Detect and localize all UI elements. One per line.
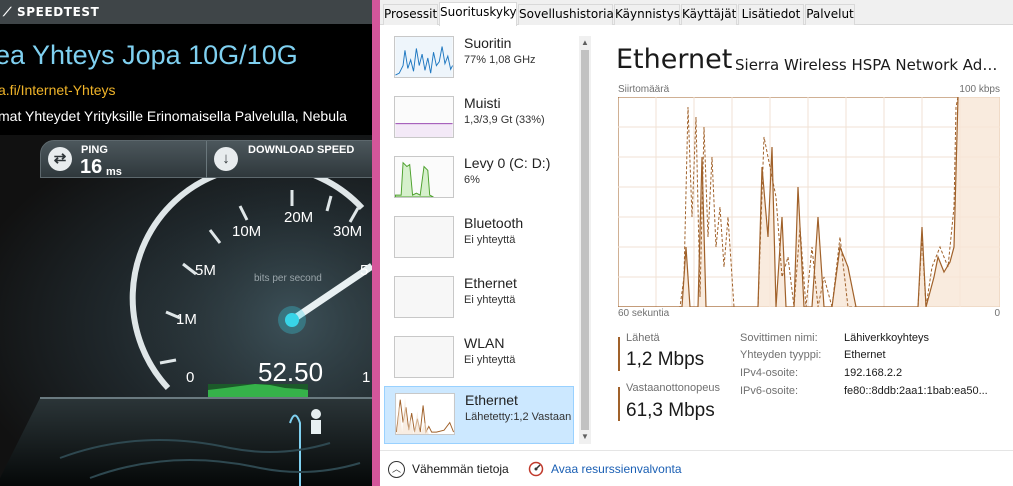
detail-title: Ethernet <box>616 44 733 75</box>
tab-kayttajat[interactable]: Käyttäjät <box>681 4 737 25</box>
tab-bar: Prosessit Suorituskyky Sovellushistoria … <box>380 0 1013 26</box>
graph-y-label: Siirtomäärä <box>618 84 670 95</box>
gauge-label-5m: 5M <box>195 262 216 279</box>
memory-graph-icon <box>394 96 454 138</box>
receive-label: Vastaanottonopeus <box>626 382 720 394</box>
sidebar-memory-sub: 1,3/3,9 Gt (33%) <box>464 114 545 126</box>
prop-ipv6-label: IPv6-osoite: <box>740 385 799 397</box>
tab-kaynnistys[interactable]: Käynnistys <box>614 4 680 25</box>
gauge-label-1m: 1M <box>176 311 197 328</box>
receive-value: 61,3 Mbps <box>626 400 715 421</box>
disk-graph-icon <box>394 156 454 198</box>
gauge-label-0: 0 <box>186 369 195 386</box>
receive-legend-bar <box>618 387 620 421</box>
sidebar-cpu-sub: 77% 1,08 GHz <box>464 54 536 66</box>
gauge-caption: bits per second <box>254 273 322 284</box>
prop-type-value: Ethernet <box>844 349 886 361</box>
tab-sovellushistoria[interactable]: Sovellushistoria <box>518 4 614 25</box>
scrollbar-thumb[interactable] <box>581 50 589 430</box>
ethernet-detail-panel: Ethernet Sierra Wireless HSPA Network Ad… <box>616 30 1013 450</box>
sidebar-disk-sub: 6% <box>464 174 480 186</box>
ping-label: PING <box>81 144 108 156</box>
chevron-up-icon: ︿ <box>388 460 405 478</box>
ping-value: 16 <box>80 156 103 178</box>
prop-ipv4-label: IPv4-osoite: <box>740 367 799 379</box>
task-manager-footer: ︿ Vähemmän tietoja Avaa resurssienvalvon… <box>380 450 1013 486</box>
send-legend-bar <box>618 337 620 371</box>
scroll-up-icon[interactable]: ▲ <box>580 38 590 48</box>
speed-gauge <box>0 178 372 486</box>
ethernet-graph-icon <box>394 276 454 318</box>
speedtest-header: ⟋ SPEEDTEST <box>0 0 372 24</box>
resource-monitor-label: Avaa resurssienvalvonta <box>551 462 682 476</box>
gauge-label-10m: 10M <box>232 223 262 240</box>
graph-x-left: 60 sekuntia <box>618 308 670 319</box>
send-value: 1,2 Mbps <box>626 349 705 370</box>
sidebar-memory-title: Muisti <box>464 95 501 111</box>
cpu-graph-icon <box>394 36 454 78</box>
sidebar-item-ethernet-2[interactable]: Ethernet Lähetetty:1,2 Vastaan <box>384 386 574 444</box>
sidebar-ethernet-2-sub: Lähetetty:1,2 Vastaan <box>465 411 572 423</box>
throughput-graph <box>618 97 1000 307</box>
tab-suorituskyky[interactable]: Suorituskyky <box>439 2 517 26</box>
sidebar-bluetooth-sub: Ei yhteyttä <box>464 234 516 246</box>
speedtest-logo-text: SPEEDTEST <box>17 5 100 19</box>
download-speed-label: DOWNLOAD SPEED <box>248 144 355 156</box>
sidebar-ethernet-1-sub: Ei yhteyttä <box>464 294 516 306</box>
scroll-down-icon[interactable]: ▼ <box>580 432 590 442</box>
send-label: Lähetä <box>626 332 660 344</box>
sidebar-ethernet-2-title: Ethernet <box>465 392 518 408</box>
fewer-details-label: Vähemmän tietoja <box>412 462 509 476</box>
sidebar-ethernet-1-title: Ethernet <box>464 275 517 291</box>
speedtest-logo[interactable]: ⟋ SPEEDTEST <box>3 5 99 20</box>
prop-adapter-value: Lähiverkkoyhteys <box>844 332 929 344</box>
gauge-label-30m: 30M <box>333 223 363 240</box>
detail-adapter-name: Sierra Wireless HSPA Network Adapt... <box>735 56 1003 74</box>
sidebar-item-bluetooth[interactable]: Bluetooth Ei yhteyttä <box>384 210 574 268</box>
tab-prosessit[interactable]: Prosessit <box>383 4 438 25</box>
sidebar-wlan-sub: Ei yhteyttä <box>464 354 516 366</box>
prop-ipv4-value: 192.168.2.2 <box>844 367 903 379</box>
sidebar-wlan-title: WLAN <box>464 335 505 351</box>
prop-adapter-label: Sovittimen nimi: <box>740 332 818 344</box>
task-manager-window: Prosessit Suorituskyky Sovellushistoria … <box>380 0 1013 486</box>
sidebar-bluetooth-title: Bluetooth <box>464 215 524 231</box>
performance-sidebar: Suoritin 77% 1,08 GHz Muisti 1,3/3,9 Gt … <box>384 30 577 446</box>
ad-title[interactable]: ea Yhteys Jopa 10G/10G <box>0 40 298 71</box>
ad-description: mat Yhteydet Yrityksille Erinomaisella P… <box>0 108 347 124</box>
graph-y-max: 100 kbps <box>959 84 1000 95</box>
graph-x-right: 0 <box>994 308 1000 319</box>
sidebar-item-memory[interactable]: Muisti 1,3/3,9 Gt (33%) <box>384 90 574 148</box>
gauge-label-20m: 20M <box>284 209 314 226</box>
resource-monitor-icon <box>528 461 544 477</box>
ethernet-active-graph-icon <box>395 393 455 435</box>
sidebar-item-cpu[interactable]: Suoritin 77% 1,08 GHz <box>384 30 574 88</box>
fewer-details-button[interactable]: ︿ Vähemmän tietoja <box>388 459 509 479</box>
prop-ipv6-value: fe80::8ddb:2aa1:1bab:ea50... <box>844 385 988 397</box>
sidebar-item-disk[interactable]: Levy 0 (C: D:) 6% <box>384 150 574 208</box>
prop-type-label: Yhteyden tyyppi: <box>740 349 822 361</box>
gauge-label-50m: 5 <box>360 262 369 279</box>
download-icon: ↓ <box>214 147 238 171</box>
window-divider <box>372 0 380 486</box>
bluetooth-graph-icon <box>394 216 454 258</box>
sidebar-item-ethernet-1[interactable]: Ethernet Ei yhteyttä <box>384 270 574 328</box>
speedtest-window: ⟋ SPEEDTEST ea Yhteys Jopa 10G/10G a.fi/I… <box>0 0 372 486</box>
speed-value: 52.50 <box>258 357 324 387</box>
speedtest-logo-icon: ⟋ <box>3 5 13 19</box>
sidebar-cpu-title: Suoritin <box>464 35 512 51</box>
sidebar-scrollbar[interactable]: ▲ ▼ <box>579 36 591 444</box>
screen: ⟋ SPEEDTEST ea Yhteys Jopa 10G/10G a.fi/I… <box>0 0 1013 486</box>
ad-url[interactable]: a.fi/Internet-Yhteys <box>0 82 116 98</box>
tab-lisatiedot[interactable]: Lisätiedot <box>738 4 804 25</box>
open-resource-monitor-link[interactable]: Avaa resurssienvalvonta <box>528 459 682 479</box>
tab-palvelut[interactable]: Palvelut <box>805 4 855 25</box>
gauge-label-100m: 1 <box>362 369 371 386</box>
wlan-graph-icon <box>394 336 454 378</box>
sidebar-item-wlan[interactable]: WLAN Ei yhteyttä <box>384 330 574 388</box>
person-icon <box>311 409 321 419</box>
ping-icon: ⇄ <box>48 147 72 171</box>
sidebar-disk-title: Levy 0 (C: D:) <box>464 155 551 171</box>
ping-unit: ms <box>106 166 122 178</box>
